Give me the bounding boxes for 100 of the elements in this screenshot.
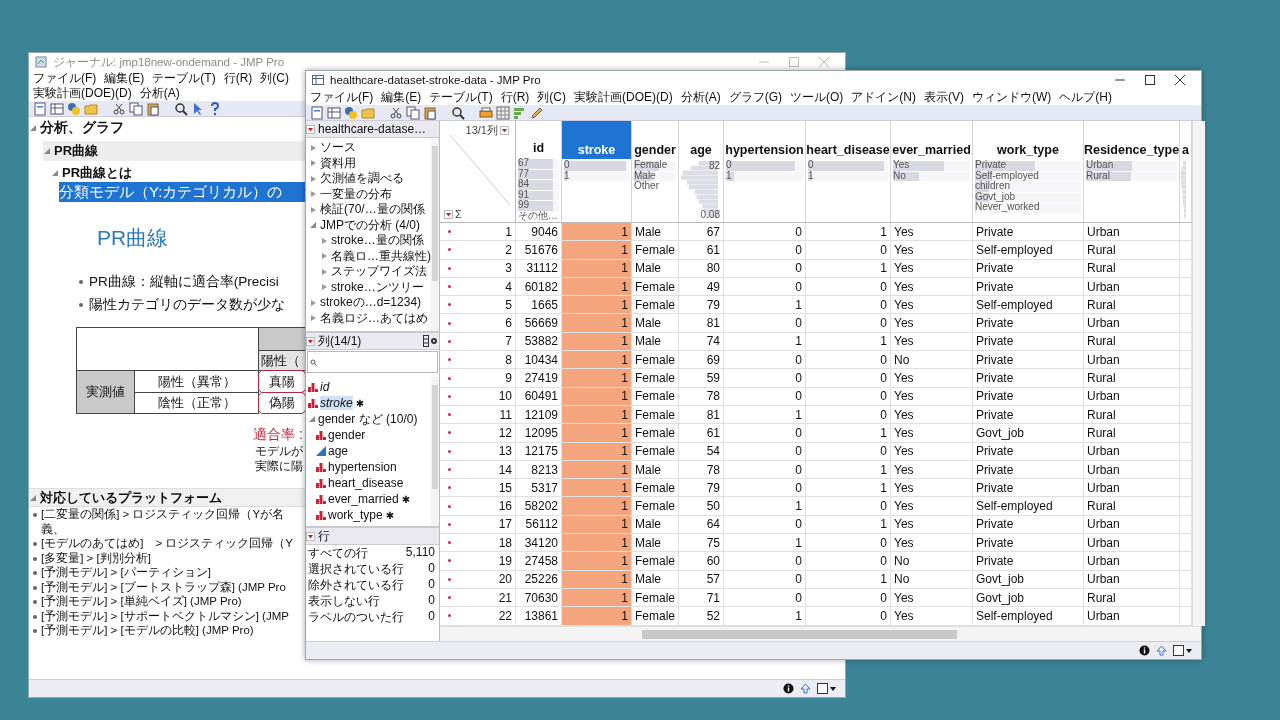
menu-item[interactable]: ヘルプ(H) bbox=[1059, 88, 1112, 106]
outline-heading[interactable]: PR曲線とは bbox=[62, 164, 133, 182]
disclosure-icon[interactable] bbox=[29, 124, 37, 132]
disclosure-icon[interactable] bbox=[309, 190, 317, 199]
row-number[interactable]: 19 bbox=[498, 554, 512, 568]
column-item[interactable]: work_type bbox=[328, 508, 383, 522]
up-arrow-icon[interactable] bbox=[800, 683, 811, 694]
tree-item[interactable]: ステップワイズ法 bbox=[331, 263, 427, 281]
row-number[interactable]: 21 bbox=[498, 590, 512, 605]
pencil-icon[interactable] bbox=[530, 105, 544, 120]
bars-icon[interactable] bbox=[513, 105, 527, 120]
menu-item[interactable]: ウィンドウ(W) bbox=[972, 88, 1052, 106]
column-item[interactable]: id bbox=[320, 380, 330, 394]
grid-icon[interactable] bbox=[496, 105, 510, 120]
document-icon[interactable] bbox=[310, 105, 324, 120]
checkbox-dropdown-icon[interactable] bbox=[817, 683, 837, 694]
scissors-icon[interactable] bbox=[112, 101, 126, 116]
menu-item[interactable]: 実験計画(DOE)(D) bbox=[33, 86, 132, 101]
row-number[interactable]: 12 bbox=[498, 425, 512, 440]
menu-item[interactable]: 分析(A) bbox=[680, 88, 721, 106]
sigma-label[interactable]: Σ bbox=[455, 208, 462, 220]
row-number[interactable]: 15 bbox=[498, 480, 512, 495]
menu-item[interactable]: 実験計画(DOE)(D) bbox=[574, 88, 673, 106]
scrollbar[interactable] bbox=[440, 626, 1201, 641]
disclosure-icon[interactable] bbox=[309, 221, 317, 230]
menu-item[interactable]: ファイル(F) bbox=[310, 88, 374, 106]
disclosure-icon[interactable] bbox=[320, 267, 328, 276]
disclosure-icon[interactable] bbox=[309, 205, 317, 214]
folder-icon[interactable] bbox=[84, 101, 98, 116]
menu-item[interactable]: グラフ(G) bbox=[728, 88, 782, 106]
column-header[interactable]: a bbox=[1180, 121, 1191, 159]
column-header[interactable]: heart_disease bbox=[806, 121, 890, 159]
menu-item[interactable]: 表示(V) bbox=[924, 88, 964, 106]
dropdown-icon[interactable] bbox=[444, 209, 453, 219]
dropdown-icon[interactable] bbox=[500, 126, 509, 135]
disclosure-icon[interactable] bbox=[320, 236, 328, 245]
row-number[interactable]: 20 bbox=[498, 572, 512, 587]
column-header[interactable]: work_type bbox=[973, 121, 1083, 159]
dropdown-icon[interactable] bbox=[306, 124, 315, 134]
row-number[interactable]: 1 bbox=[505, 224, 512, 239]
info-icon[interactable] bbox=[783, 683, 794, 694]
disclosure-icon[interactable] bbox=[51, 169, 59, 177]
menu-item[interactable]: 行(R) bbox=[223, 71, 253, 86]
column-item[interactable]: hypertension bbox=[328, 460, 397, 474]
row-number[interactable]: 6 bbox=[505, 316, 512, 331]
maximize-icon[interactable] bbox=[1145, 75, 1155, 85]
tree-item[interactable]: strokeの…d=1234) bbox=[320, 294, 422, 312]
search-icon[interactable] bbox=[174, 101, 188, 116]
column-header[interactable]: id bbox=[516, 121, 561, 157]
question-icon[interactable] bbox=[208, 101, 222, 116]
column-header[interactable]: age bbox=[679, 121, 723, 159]
column-header[interactable]: gender bbox=[632, 121, 678, 159]
disclosure-icon[interactable] bbox=[309, 143, 317, 152]
printer-icon[interactable] bbox=[479, 105, 493, 120]
menu-item[interactable]: アドイン(N) bbox=[851, 88, 916, 106]
row-number[interactable]: 22 bbox=[498, 608, 512, 623]
menu-item[interactable]: テーブル(T) bbox=[429, 88, 493, 106]
copy-icon[interactable] bbox=[406, 105, 420, 120]
search-icon[interactable] bbox=[451, 105, 465, 120]
folder-icon[interactable] bbox=[361, 105, 375, 120]
scrollbar[interactable] bbox=[1192, 121, 1205, 626]
outline-heading[interactable]: 分析、グラフ bbox=[40, 119, 124, 137]
row-number[interactable]: 13 bbox=[498, 444, 512, 459]
table-icon[interactable] bbox=[50, 101, 64, 116]
menu-item[interactable]: 編集(E) bbox=[104, 71, 145, 86]
clipboard-icon[interactable] bbox=[146, 101, 160, 116]
disclosure-icon[interactable] bbox=[43, 147, 51, 155]
column-item[interactable]: age bbox=[328, 444, 349, 458]
menu-item[interactable]: 列(C) bbox=[537, 88, 566, 106]
row-number[interactable]: 16 bbox=[498, 499, 512, 514]
menu-item[interactable]: 列(C) bbox=[260, 71, 289, 86]
settings-icon[interactable] bbox=[423, 335, 439, 347]
row-number[interactable]: 14 bbox=[498, 462, 512, 477]
row-number[interactable]: 17 bbox=[498, 517, 512, 532]
column-header[interactable]: ever_married bbox=[891, 121, 972, 159]
disclosure-icon[interactable] bbox=[309, 174, 317, 183]
menu-item[interactable]: 分析(A) bbox=[139, 86, 180, 101]
row-number[interactable]: 4 bbox=[505, 279, 512, 294]
column-item[interactable]: ever_married bbox=[328, 492, 399, 506]
up-arrow-icon[interactable] bbox=[1156, 645, 1167, 656]
dropdown-icon[interactable] bbox=[306, 336, 315, 346]
close-icon[interactable] bbox=[1175, 75, 1185, 85]
row-number[interactable]: 18 bbox=[498, 535, 512, 550]
tree-item[interactable]: JMPでの分析 (4/0) bbox=[320, 216, 420, 234]
row-number[interactable]: 9 bbox=[505, 371, 512, 385]
disclosure-icon[interactable] bbox=[309, 314, 317, 323]
disclosure-icon[interactable] bbox=[308, 415, 316, 423]
column-header[interactable]: stroke bbox=[562, 121, 631, 159]
table-icon[interactable] bbox=[327, 105, 341, 120]
outline-heading[interactable]: PR曲線 bbox=[54, 142, 99, 160]
row-number[interactable]: 11 bbox=[499, 407, 512, 422]
menu-item[interactable]: 行(R) bbox=[500, 88, 530, 106]
disclosure-icon[interactable] bbox=[309, 159, 317, 168]
disclosure-icon[interactable] bbox=[320, 252, 328, 261]
copy-icon[interactable] bbox=[129, 101, 143, 116]
disclosure-icon[interactable] bbox=[309, 298, 317, 307]
tree-item[interactable]: 欠測値を調べる bbox=[320, 170, 404, 188]
tree-item[interactable]: 一変量の分布 bbox=[320, 185, 392, 203]
tree-item[interactable]: 検証(70/…量の関係 bbox=[320, 201, 425, 219]
disclosure-icon[interactable] bbox=[320, 283, 328, 292]
